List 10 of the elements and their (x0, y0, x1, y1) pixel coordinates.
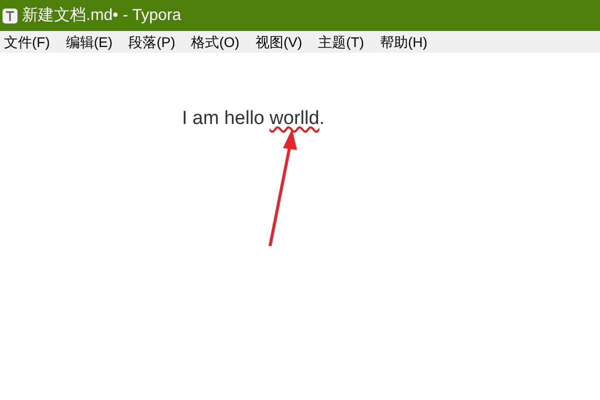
menu-item[interactable]: 编辑(E) (66, 32, 113, 52)
menu-item[interactable]: 格式(O) (191, 32, 240, 52)
paragraph: I am hello worlld. (182, 107, 326, 131)
window-title: 新建文档.md• - Typora (22, 6, 182, 26)
menu-item[interactable]: 主题(T) (318, 32, 364, 52)
menu-item[interactable]: 文件(F) (4, 32, 50, 52)
menu-item[interactable]: 段落(P) (128, 32, 176, 52)
menu-item[interactable]: 视图(V) (255, 32, 302, 52)
app-icon (2, 8, 18, 24)
menu-item[interactable]: 帮助(H) (380, 32, 428, 52)
